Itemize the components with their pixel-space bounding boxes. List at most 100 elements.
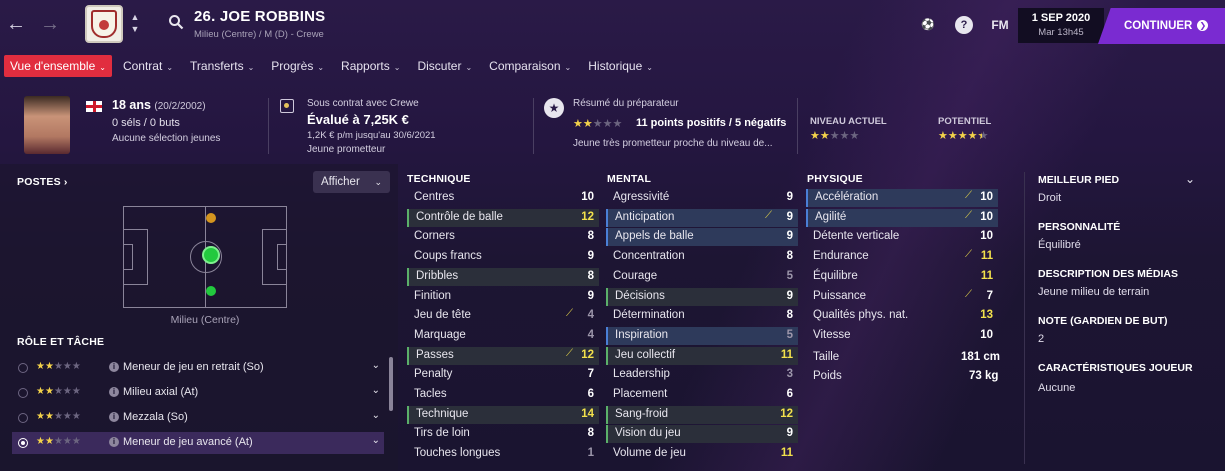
tab-label: Contrat (122, 59, 163, 73)
attribute-name: Coups francs (414, 250, 482, 263)
current-ability-label: NIVEAU ACTUEL (810, 116, 887, 127)
attribute-row[interactable]: Agilité ⟋ 10 (806, 208, 998, 227)
display-dropdown[interactable]: Afficher ⌄ (313, 171, 390, 193)
attribute-row[interactable]: Coups francs 9 (407, 248, 599, 266)
date-main: 1 SEP 2020 (1031, 12, 1091, 24)
attribute-row[interactable]: Corners 8 (407, 228, 599, 246)
attribute-name: Corners (414, 230, 455, 243)
attribute-row[interactable]: Décisions 9 (606, 287, 798, 306)
chevron-down-icon[interactable]: ⌄ (1185, 172, 1195, 186)
radio-button[interactable] (18, 438, 28, 448)
positions-title-label: POSTES (17, 176, 61, 188)
attribute-row[interactable]: Tacles 6 (407, 386, 599, 404)
chevron-down-icon[interactable]: ⌄ (372, 410, 380, 421)
best-foot-title: MEILLEUR PIED (1038, 174, 1120, 186)
info-icon[interactable]: i (109, 412, 119, 422)
attribute-row[interactable]: Sang-froid 12 (606, 405, 798, 424)
chevron-down-icon[interactable]: ⌄ (372, 435, 380, 446)
tab-reports[interactable]: Rapports ⌄ (335, 55, 406, 77)
attribute-row[interactable]: Centres 10 (407, 189, 599, 207)
back-arrow-icon[interactable]: ← (4, 12, 28, 36)
attribute-name: Jeu collectif (615, 348, 676, 361)
contract-icon (280, 99, 294, 113)
attribute-row[interactable]: Finition 9 (407, 288, 599, 306)
attribute-name: Tirs de loin (414, 427, 470, 440)
tab-history[interactable]: Historique ⌄ (582, 55, 659, 77)
attribute-row[interactable]: Penalty 7 (407, 366, 599, 384)
radio-button[interactable] (18, 388, 28, 398)
attribute-name: Puissance (813, 289, 867, 302)
player-switch-arrows-icon[interactable]: ▲ ▼ (130, 11, 140, 35)
attribute-row[interactable]: Détermination 8 (606, 307, 798, 325)
tab-overview[interactable]: Vue d'ensemble ⌄ (4, 55, 112, 77)
radio-button[interactable] (18, 363, 28, 373)
attribute-value: 3 (786, 368, 793, 381)
goalkeeper-rating-title: NOTE (GARDIEN DE BUT) (1038, 315, 1168, 327)
crest-shield-icon (91, 10, 117, 38)
role-row[interactable]: ★★★★★ i Meneur de jeu en retrait (So) ⌄ (12, 357, 384, 379)
radio-button[interactable] (18, 413, 28, 423)
forward-arrow-icon[interactable]: → (38, 12, 62, 36)
player-photo[interactable] (24, 96, 70, 154)
attribute-row[interactable]: Agressivité 9 (606, 189, 798, 207)
mental-title: MENTAL (607, 173, 652, 185)
attribute-row[interactable]: Courage 5 (606, 268, 798, 286)
attribute-row[interactable]: Accélération ⟋ 10 (806, 189, 998, 207)
attribute-row[interactable]: Appels de balle 9 (606, 228, 798, 247)
attribute-row[interactable]: Dribbles 8 (407, 267, 599, 286)
positions-title[interactable]: POSTES › (17, 176, 68, 188)
attribute-value: 13 (980, 309, 993, 322)
attribute-row[interactable]: Tirs de loin 8 (407, 425, 599, 443)
attribute-row[interactable]: Volume de jeu 11 (606, 445, 798, 463)
attribute-row[interactable]: Contrôle de balle 12 (407, 208, 599, 227)
trend-up-icon: ⟋ (965, 209, 972, 221)
attribute-row[interactable]: Détente verticale 10 (806, 228, 998, 246)
attribute-row[interactable]: Qualités phys. nat. 13 (806, 307, 998, 325)
attribute-row[interactable]: Puissance ⟋ 7 (806, 288, 998, 306)
search-icon[interactable] (168, 14, 184, 30)
attribute-row[interactable]: Endurance ⟋ 11 (806, 248, 998, 266)
tab-discuss[interactable]: Discuter ⌄ (411, 55, 478, 77)
info-icon[interactable]: i (109, 387, 119, 397)
tab-comparison[interactable]: Comparaison ⌄ (483, 55, 577, 77)
attribute-row[interactable]: Jeu de tête ⟋ 4 (407, 307, 599, 325)
tab-transfers[interactable]: Transferts ⌄ (184, 55, 260, 77)
attribute-row[interactable]: Technique 14 (407, 405, 599, 424)
attribute-value: 10 (980, 328, 993, 341)
club-crest[interactable] (85, 5, 123, 43)
attribute-row[interactable]: Marquage 4 (407, 327, 599, 345)
attribute-row[interactable]: Vitesse 10 (806, 327, 998, 345)
roles-scrollbar[interactable] (389, 357, 393, 411)
attribute-name: Agressivité (613, 191, 670, 203)
attribute-row[interactable]: Jeu collectif 11 (606, 346, 798, 365)
attribute-value: 9 (786, 427, 793, 440)
attribute-row[interactable]: Inspiration 5 (606, 326, 798, 345)
help-icon[interactable]: ? (955, 16, 973, 34)
chevron-down-icon[interactable]: ⌄ (372, 360, 380, 371)
attribute-row[interactable]: Vision du jeu 9 (606, 425, 798, 444)
divider (268, 98, 269, 154)
attribute-row[interactable]: Placement 6 (606, 386, 798, 404)
attribute-row[interactable]: Concentration 8 (606, 248, 798, 266)
attribute-row[interactable]: Leadership 3 (606, 366, 798, 384)
attribute-row[interactable]: Anticipation ⟋ 9 (606, 208, 798, 227)
coach-description[interactable]: Jeune très prometteur proche du niveau d… (573, 138, 773, 149)
tab-bar: Vue d'ensemble ⌄ Contrat ⌄ Transferts ⌄ Pro… (4, 55, 664, 79)
attribute-row[interactable]: Passes ⟋ 12 (407, 346, 599, 365)
role-row[interactable]: ★★★★★ i Mezzala (So) ⌄ (12, 407, 384, 429)
attribute-value: 11 (780, 348, 793, 361)
attribute-value: 10 (980, 230, 993, 243)
tab-label: Vue d'ensemble (10, 59, 96, 73)
tab-contract[interactable]: Contrat ⌄ (117, 55, 179, 77)
role-row[interactable]: ★★★★★ i Milieu axial (At) ⌄ (12, 382, 384, 404)
attribute-row[interactable]: Touches longues 1 (407, 445, 599, 463)
football-icon[interactable]: ⚽ (919, 16, 937, 34)
info-icon[interactable]: i (109, 437, 119, 447)
fm-logo-icon[interactable]: FM (988, 16, 1012, 34)
chevron-down-icon[interactable]: ⌄ (372, 385, 380, 396)
info-icon[interactable]: i (109, 362, 119, 372)
attribute-row[interactable]: Équilibre 11 (806, 268, 998, 286)
tab-progress[interactable]: Progrès ⌄ (265, 55, 330, 77)
continue-button[interactable]: CONTINUER ❯ (1098, 8, 1225, 44)
role-row-selected[interactable]: ★★★★★ i Meneur de jeu avancé (At) ⌄ (12, 432, 384, 454)
